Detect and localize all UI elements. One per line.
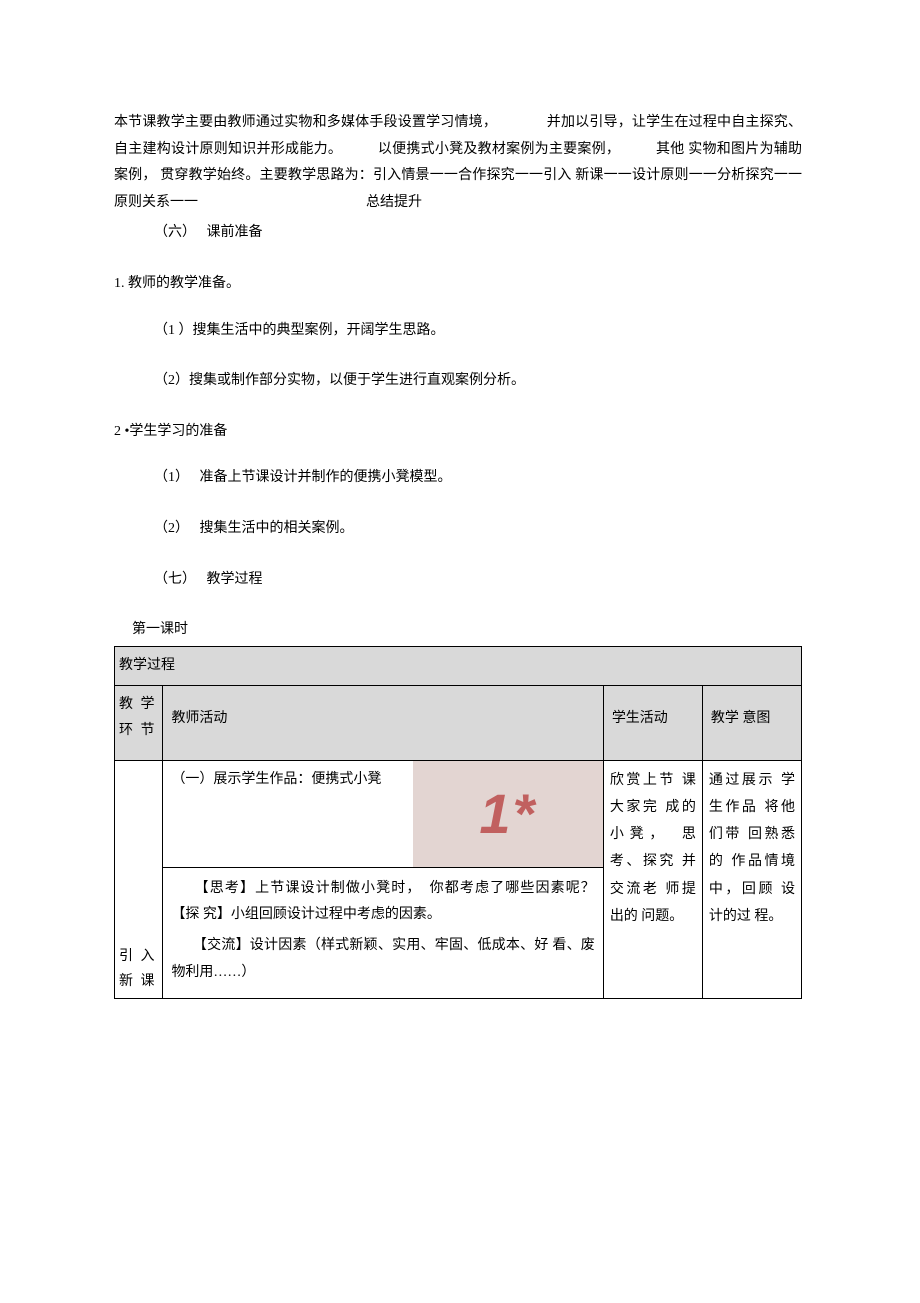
teacher-activity-cell-2: 【思考】上节课设计制做小凳时， 你都考虑了哪些因素呢？ 【探 究】小组回顾设计过… [163, 867, 603, 998]
section-1-item-2: （2）搜集或制作部分实物，以便于学生进行直观案例分析。 [114, 368, 802, 395]
section-1-item-1: （1 ）搜集生活中的典型案例，开阔学生思路。 [114, 318, 802, 345]
teacher-activity-exchange: 【交流】设计因素（样式新颖、实用、牢固、低成本、好 看、废物利用……） [171, 933, 594, 986]
watermark-box: 1* [413, 761, 603, 867]
teacher-activity-text-1: （一）展示学生作品：便携式小凳 [163, 761, 412, 867]
section-1-heading: 1. 教师的教学准备。 [114, 271, 802, 298]
watermark-text: 1* [479, 761, 536, 867]
section-2-item-2: （2） 搜集生活中的相关案例。 [114, 516, 802, 543]
section-2-heading: 2 •学生学习的准备 [114, 419, 802, 446]
intro-paragraph-1: 本节课教学主要由教师通过实物和多媒体手段设置学习情境， 并加以引导，让学生在过程… [114, 110, 802, 216]
section-2-item-1: （1） 准备上节课设计并制作的便携小凳模型。 [114, 465, 802, 492]
col-header-student: 学生活动 [603, 686, 702, 760]
table-header-row: 教学过程 [115, 646, 802, 686]
teacher-activity-think: 【思考】上节课设计制做小凳时， 你都考虑了哪些因素呢？ 【探 究】小组回顾设计过… [171, 876, 594, 929]
col-header-teacher: 教师活动 [163, 686, 603, 760]
section-7-heading: （七） 教学过程 [114, 567, 802, 594]
col-header-intent: 教学 意图 [702, 686, 801, 760]
teaching-intent-cell: 通过展示 学生作品 将他们带 回熟悉的 作品情境中，回顾 设计的过 程。 [702, 760, 801, 999]
col-header-stage: 教 学 环 节 [115, 686, 163, 760]
stage-intro-new-lesson: 引 入 新 课 [115, 760, 163, 999]
intro-paragraph-2: （六） 课前准备 [114, 220, 802, 247]
lesson-caption: 第一课时 [114, 617, 802, 644]
student-activity-cell: 欣赏上节 课大家完 成的小凳， 思考、探究 并交流老 师提出的 问题。 [603, 760, 702, 999]
teaching-process-table: 教学过程 教 学 环 节 教师活动 学生活动 教学 意图 引 入 新 课 （一）… [114, 646, 802, 1000]
teacher-activity-cell-1: （一）展示学生作品：便携式小凳 1* [163, 760, 603, 867]
